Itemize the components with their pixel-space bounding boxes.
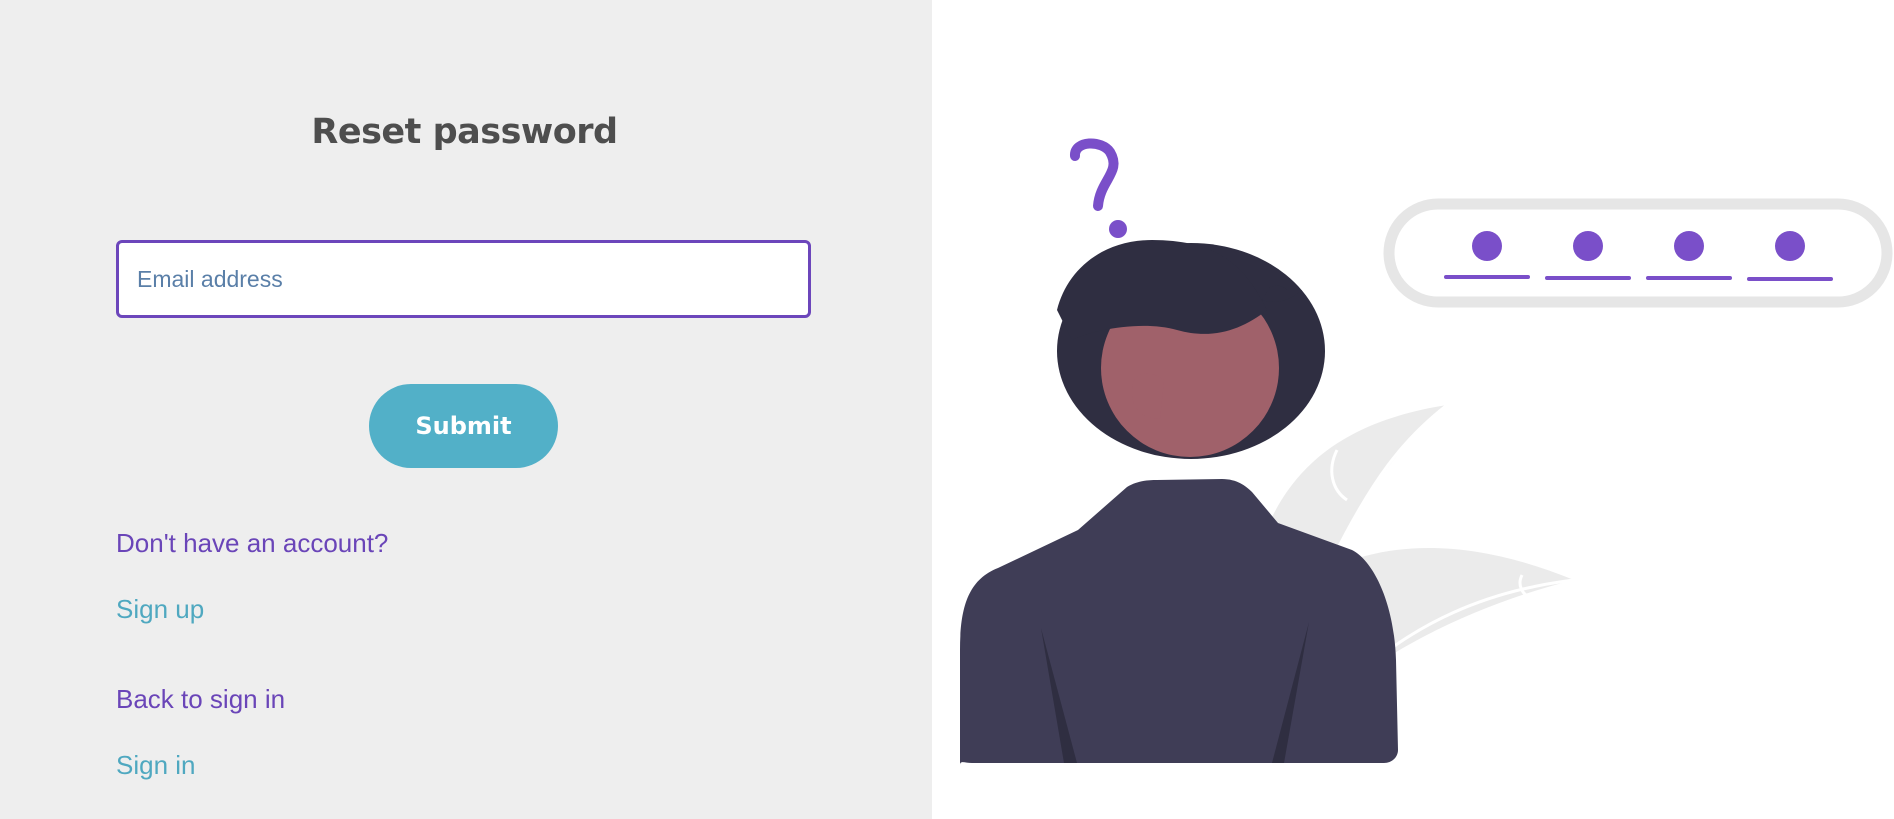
question-mark-icon <box>1070 138 1127 238</box>
reset-form-panel: Reset password Submit Don't have an acco… <box>0 0 932 819</box>
email-field[interactable] <box>116 240 811 318</box>
forgot-password-illustration <box>960 138 1893 765</box>
password-field-icon <box>1383 198 1893 308</box>
no-account-text[interactable]: Don't have an account? <box>116 528 388 559</box>
page-title: Reset password <box>311 112 618 152</box>
sign-in-link[interactable]: Sign in <box>116 750 196 781</box>
back-to-sign-in-text[interactable]: Back to sign in <box>116 684 285 715</box>
illustration-panel <box>932 0 1894 819</box>
submit-button[interactable]: Submit <box>369 384 558 468</box>
sign-up-link[interactable]: Sign up <box>116 594 204 625</box>
